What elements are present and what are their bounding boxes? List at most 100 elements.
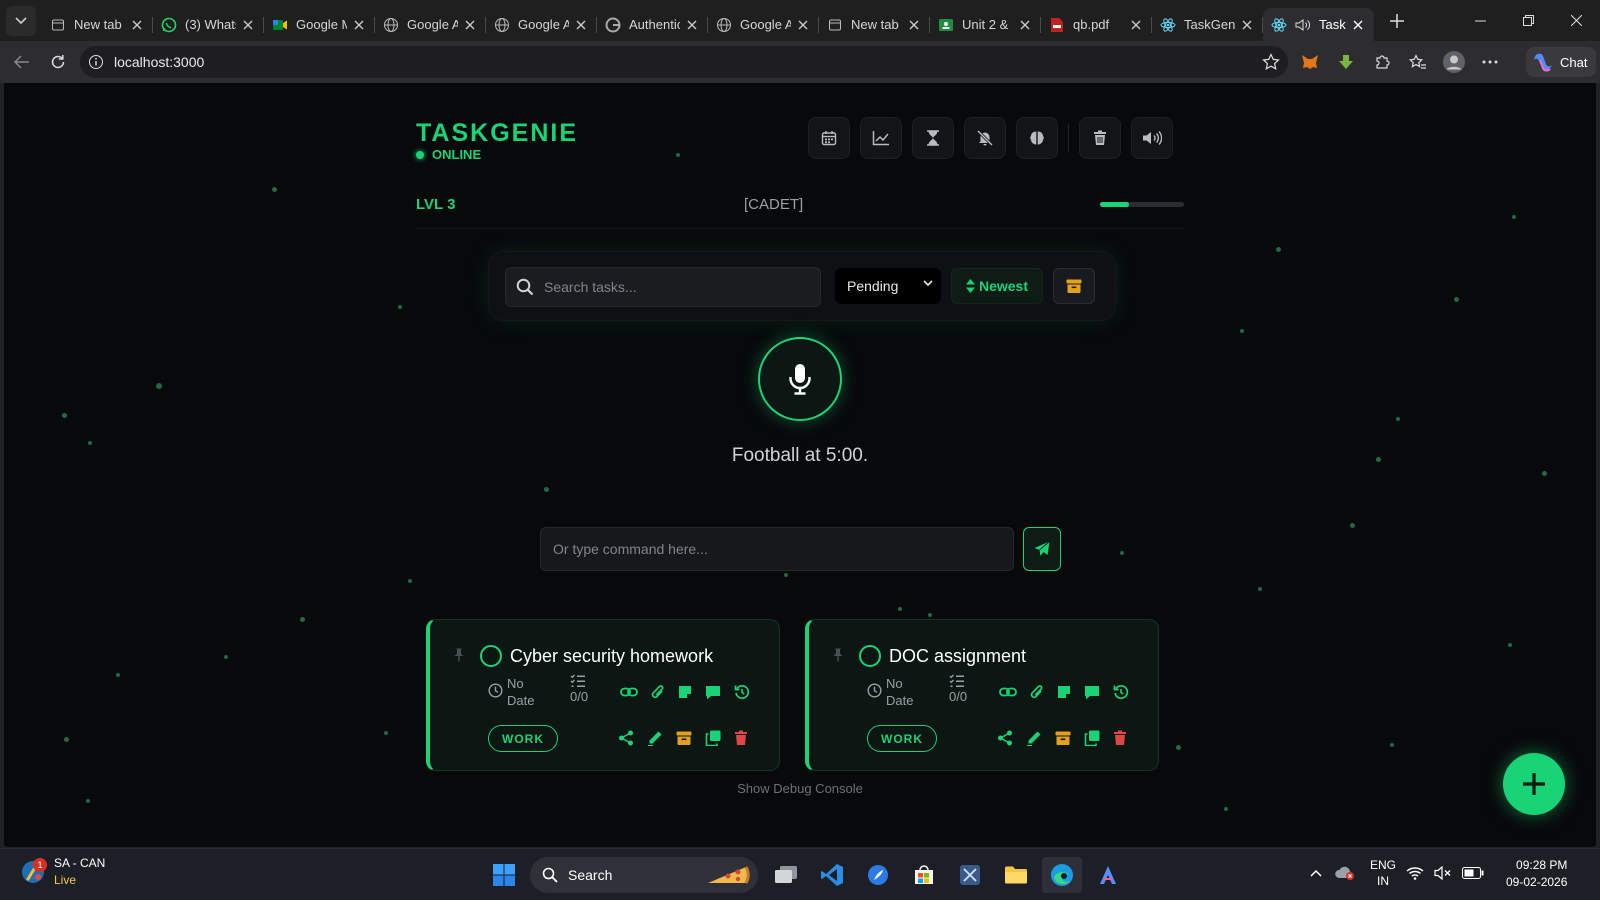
close-icon[interactable] bbox=[795, 17, 811, 33]
sticky-note-icon[interactable] bbox=[678, 684, 692, 700]
browser-tab[interactable]: Authentic bbox=[597, 8, 708, 41]
browser-tab-active[interactable]: TaskG bbox=[1263, 8, 1374, 41]
close-icon[interactable] bbox=[462, 17, 478, 33]
archive-box-icon[interactable] bbox=[1055, 730, 1071, 746]
back-button[interactable] bbox=[4, 46, 40, 78]
close-icon[interactable] bbox=[351, 17, 367, 33]
system-clock[interactable]: 09:28 PM 09-02-2026 bbox=[1506, 857, 1567, 891]
close-icon[interactable] bbox=[573, 17, 589, 33]
browser-tab[interactable]: (3) WhatsApp bbox=[153, 8, 264, 41]
close-icon[interactable] bbox=[240, 17, 256, 33]
browser-tab[interactable]: Google AI bbox=[375, 8, 486, 41]
info-icon[interactable] bbox=[88, 54, 104, 70]
comment-icon[interactable] bbox=[705, 684, 721, 700]
sound-toggle-button[interactable] bbox=[1131, 117, 1173, 159]
pencil-icon[interactable] bbox=[1026, 730, 1042, 746]
extensions-button[interactable] bbox=[1364, 46, 1400, 78]
battery-icon[interactable] bbox=[1462, 867, 1484, 879]
command-input[interactable] bbox=[553, 541, 993, 557]
volume-muted-icon[interactable] bbox=[1434, 866, 1452, 880]
reload-button[interactable] bbox=[40, 46, 76, 78]
status-filter-select[interactable]: Pending bbox=[835, 268, 941, 304]
archive-box-icon[interactable] bbox=[676, 730, 692, 746]
chevron-up-icon[interactable] bbox=[1310, 869, 1322, 877]
profile-button[interactable] bbox=[1436, 46, 1472, 78]
snipping-tool-app[interactable] bbox=[950, 857, 990, 893]
sort-button[interactable]: Newest bbox=[951, 268, 1043, 304]
pin-icon[interactable] bbox=[833, 648, 843, 662]
download-extension[interactable] bbox=[1328, 46, 1364, 78]
onedrive-icon[interactable] bbox=[1334, 865, 1356, 881]
browser-tab[interactable]: Google Meet bbox=[264, 8, 375, 41]
debug-console-toggle[interactable]: Show Debug Console bbox=[700, 781, 900, 796]
weather-widget[interactable]: 1 SA - CAN Live bbox=[20, 855, 105, 889]
trash-icon[interactable] bbox=[734, 730, 748, 746]
browser-tab[interactable]: Google AI bbox=[708, 8, 819, 41]
task-complete-checkbox[interactable] bbox=[859, 645, 881, 667]
search-input[interactable] bbox=[544, 279, 804, 295]
ai-brain-button[interactable] bbox=[1016, 117, 1058, 159]
microsoft-store-app[interactable] bbox=[904, 857, 944, 893]
close-icon[interactable] bbox=[1239, 17, 1255, 33]
arc-app[interactable] bbox=[1088, 857, 1128, 893]
task-category-tag[interactable]: WORK bbox=[867, 725, 937, 752]
browser-tab[interactable]: New tab bbox=[42, 8, 153, 41]
edge-app-active[interactable] bbox=[1042, 857, 1082, 893]
copy-icon[interactable] bbox=[1084, 730, 1100, 746]
focus-timer-button[interactable] bbox=[912, 117, 954, 159]
browser-tab[interactable]: New tab bbox=[819, 8, 930, 41]
language-indicator[interactable]: ENG IN bbox=[1370, 857, 1396, 889]
search-field[interactable] bbox=[505, 267, 821, 307]
minimize-button[interactable] bbox=[1456, 0, 1504, 41]
copy-icon[interactable] bbox=[705, 730, 721, 746]
share-icon[interactable] bbox=[618, 730, 634, 746]
send-command-button[interactable] bbox=[1023, 527, 1061, 571]
new-tab-button[interactable] bbox=[1382, 6, 1412, 36]
calendar-button[interactable] bbox=[808, 117, 850, 159]
mute-notifications-button[interactable] bbox=[964, 117, 1006, 159]
browser-tab[interactable]: Google AI bbox=[486, 8, 597, 41]
browser-tab[interactable]: Unit 2 & bbox=[930, 8, 1041, 41]
metamask-extension[interactable] bbox=[1292, 46, 1328, 78]
close-window-button[interactable] bbox=[1552, 0, 1600, 41]
close-icon[interactable] bbox=[684, 17, 700, 33]
copilot-chat-button[interactable]: Chat bbox=[1526, 47, 1596, 77]
link-icon[interactable] bbox=[999, 684, 1017, 700]
trash-icon[interactable] bbox=[1113, 730, 1127, 746]
pin-icon[interactable] bbox=[454, 648, 464, 662]
add-task-button[interactable] bbox=[1503, 753, 1565, 815]
task-title[interactable]: DOC assignment bbox=[889, 646, 1026, 667]
file-explorer-app[interactable] bbox=[996, 857, 1036, 893]
browser-tab[interactable]: qb.pdf bbox=[1041, 8, 1152, 41]
vscode-app[interactable] bbox=[812, 857, 852, 893]
trash-bin-button[interactable] bbox=[1079, 117, 1121, 159]
star-icon[interactable] bbox=[1262, 53, 1280, 71]
browser-tab[interactable]: TaskGenie bbox=[1152, 8, 1263, 41]
close-icon[interactable] bbox=[1017, 17, 1033, 33]
close-icon[interactable] bbox=[906, 17, 922, 33]
voice-input-button[interactable] bbox=[758, 337, 842, 421]
address-bar[interactable]: localhost:3000 bbox=[80, 46, 1288, 78]
tab-search-button[interactable] bbox=[6, 5, 36, 36]
url-text[interactable]: localhost:3000 bbox=[114, 54, 204, 70]
close-icon[interactable] bbox=[129, 17, 145, 33]
more-menu-button[interactable] bbox=[1472, 46, 1508, 78]
copilot-app[interactable] bbox=[858, 857, 898, 893]
paperclip-icon[interactable] bbox=[651, 684, 665, 700]
task-card[interactable]: DOC assignment No Date 0/0 WORK bbox=[805, 619, 1159, 771]
sticky-note-icon[interactable] bbox=[1057, 684, 1071, 700]
restore-button[interactable] bbox=[1504, 0, 1552, 41]
link-icon[interactable] bbox=[620, 684, 638, 700]
favorites-button[interactable] bbox=[1400, 46, 1436, 78]
history-icon[interactable] bbox=[734, 684, 750, 700]
task-complete-checkbox[interactable] bbox=[480, 645, 502, 667]
task-card[interactable]: Cyber security homework No Date 0/0 WORK bbox=[426, 619, 780, 771]
close-icon[interactable] bbox=[1128, 17, 1144, 33]
share-icon[interactable] bbox=[997, 730, 1013, 746]
speaker-icon[interactable] bbox=[1295, 17, 1311, 33]
task-category-tag[interactable]: WORK bbox=[488, 725, 558, 752]
taskbar-search[interactable]: Search bbox=[530, 857, 758, 893]
task-title[interactable]: Cyber security homework bbox=[510, 646, 713, 667]
archive-view-button[interactable] bbox=[1053, 268, 1095, 304]
task-view-button[interactable] bbox=[766, 857, 806, 893]
